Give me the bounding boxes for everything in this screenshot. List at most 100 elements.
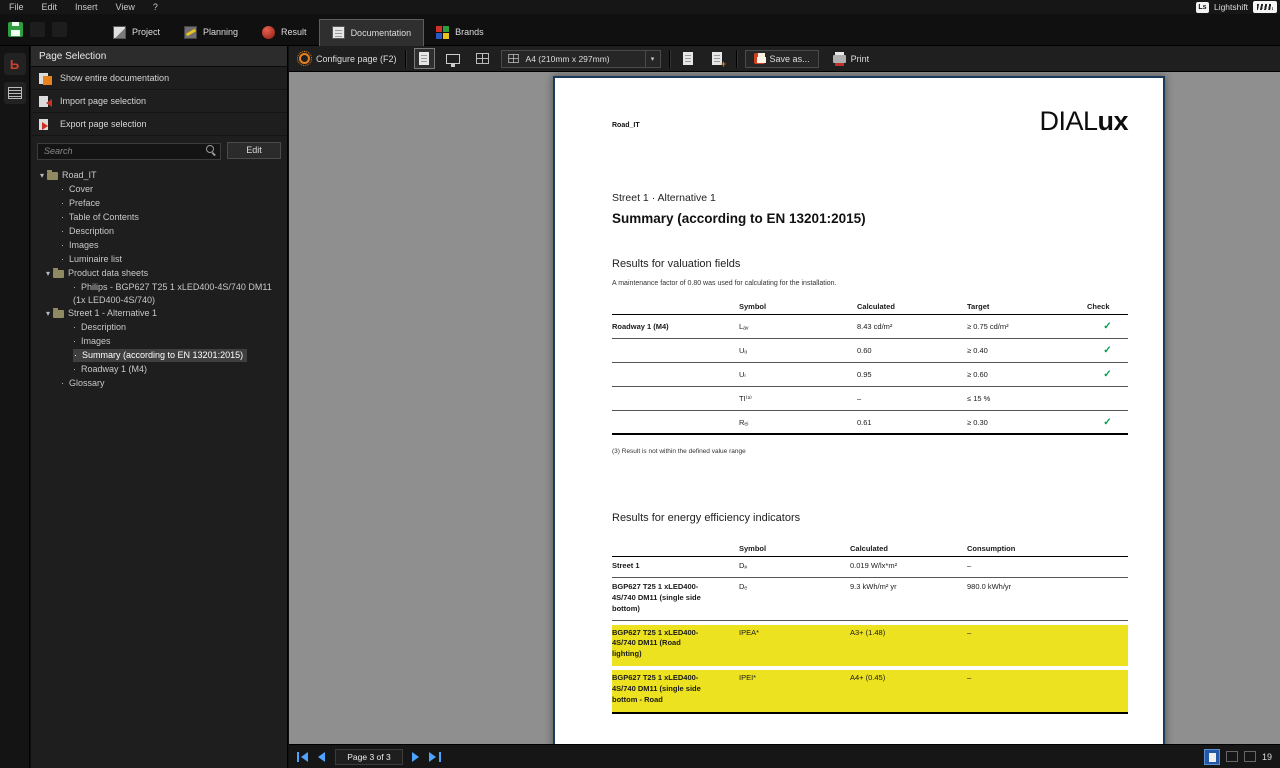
tab-brands-label: Brands xyxy=(455,27,484,37)
new-page-button[interactable] xyxy=(678,48,699,69)
menubar-right: Ls Lightshift xyxy=(1195,1,1280,13)
check-icon: ✓ xyxy=(1103,321,1112,332)
save-as-button[interactable]: Save as... xyxy=(744,49,819,68)
menu-edit[interactable]: Edit xyxy=(33,2,67,12)
screen-view-button[interactable] xyxy=(443,48,464,69)
action-label: Import page selection xyxy=(60,96,147,106)
cell-row-label: BGP627 T25 1 xLED400-4S/740 DM11 (single… xyxy=(612,673,701,704)
save-as-label: Save as... xyxy=(769,53,810,64)
tree-item-images[interactable]: Images xyxy=(31,239,287,253)
tree-item-glossary[interactable]: Glossary xyxy=(31,377,287,391)
zoom-controls: 19 xyxy=(1203,748,1272,765)
show-entire-documentation-button[interactable]: Show entire documentation xyxy=(31,67,287,90)
single-page-view-button[interactable] xyxy=(1203,748,1220,765)
planning-icon xyxy=(184,25,198,39)
fit-page-icon[interactable] xyxy=(1225,751,1238,762)
table-row: Roadway 1 (M4) Lₐᵥ 8.43 cd/m² ≥ 0.75 cd/… xyxy=(612,315,1128,339)
expand-arrow-icon[interactable] xyxy=(40,169,47,182)
page-view-button[interactable] xyxy=(413,48,435,69)
cell-row-label: BGP627 T25 1 xLED400-4S/740 DM11 (single… xyxy=(612,581,701,613)
valuation-heading: Results for valuation fields xyxy=(612,258,741,270)
cell-consumption: – xyxy=(967,673,972,683)
table-view-button[interactable] xyxy=(472,48,493,69)
documentation-main: Configure page (F2) A4 (210mm x 297mm) ▾… xyxy=(289,46,1280,768)
new-page-icon xyxy=(683,52,694,65)
tree-item-label: Road_IT xyxy=(62,169,97,180)
tree-item-label: Street 1 - Alternative 1 xyxy=(68,307,158,318)
cell-calculated: 0.61 xyxy=(857,417,872,427)
cell-symbol: TI⁽³⁾ xyxy=(739,394,752,403)
tree-item-product-data-sheets[interactable]: Product data sheets xyxy=(31,267,287,281)
dialux-logo: DIALux xyxy=(1039,108,1128,135)
previous-page-button[interactable] xyxy=(316,751,328,762)
table-view-icon xyxy=(475,53,489,64)
expand-arrow-icon[interactable] xyxy=(46,307,53,320)
paper-format-select[interactable]: A4 (210mm x 297mm) xyxy=(500,49,661,68)
export-page-selection-button[interactable]: Export page selection xyxy=(31,113,287,136)
document-nav-bar: Page 3 of 3 19 xyxy=(289,744,1280,768)
menu-file[interactable]: File xyxy=(0,2,33,12)
user-badge[interactable] xyxy=(1253,1,1277,13)
expand-arrow-icon[interactable] xyxy=(46,267,53,280)
menu-view[interactable]: View xyxy=(107,2,144,12)
configure-page-button[interactable]: Configure page (F2) xyxy=(297,51,397,66)
first-page-button[interactable] xyxy=(297,751,309,762)
cell-calculated: 0.019 W/lx*m² xyxy=(850,561,898,570)
document-page: Road_IT DIALux Street 1 · Alternative 1 … xyxy=(553,76,1165,744)
print-button[interactable]: Print xyxy=(832,51,869,66)
col-calculated: Calculated xyxy=(850,544,888,553)
undo-icon[interactable] xyxy=(30,22,45,37)
table-row: Uₗ 0.95 ≥ 0.60 ✓ xyxy=(612,363,1128,387)
tree-item-label: Table of Contents xyxy=(61,211,139,224)
add-page-button[interactable] xyxy=(707,48,728,69)
document-toolbar: Configure page (F2) A4 (210mm x 297mm) ▾… xyxy=(289,46,1280,72)
chevron-down-icon[interactable] xyxy=(644,50,660,67)
next-page-button[interactable] xyxy=(410,751,422,762)
tree-item-description[interactable]: Description xyxy=(31,225,287,239)
menu-insert[interactable]: Insert xyxy=(66,2,107,12)
edit-button[interactable]: Edit xyxy=(227,141,281,159)
import-page-selection-button[interactable]: Import page selection xyxy=(31,90,287,113)
table-header-row: Symbol Calculated Consumption xyxy=(612,540,1128,557)
redo-icon[interactable] xyxy=(52,22,67,37)
brands-icon xyxy=(436,25,450,39)
fit-width-icon[interactable] xyxy=(1243,751,1256,762)
tree-item-street-images[interactable]: Images xyxy=(31,335,287,349)
tree-item-cover[interactable]: Cover xyxy=(31,183,287,197)
search-input[interactable] xyxy=(37,142,221,160)
tree-item-philips-bgp627[interactable]: Philips - BGP627 T25 1 xLED400-4S/740 DM… xyxy=(31,281,287,307)
tree-item-summary[interactable]: Summary (according to EN 13201:2015) xyxy=(31,348,287,363)
import-icon xyxy=(39,95,52,108)
menu-help[interactable]: ? xyxy=(144,2,167,12)
col-symbol: Symbol xyxy=(739,302,767,311)
tree-item-roadway-1-m4[interactable]: Roadway 1 (M4) xyxy=(31,363,287,377)
tab-planning-label: Planning xyxy=(203,27,239,37)
tree-item-street-description[interactable]: Description xyxy=(31,321,287,335)
tab-result[interactable]: Result xyxy=(250,19,319,46)
screen-view-icon xyxy=(446,53,461,67)
tree-item-road-it[interactable]: Road_IT xyxy=(31,169,287,183)
logo-light: DIAL xyxy=(1039,106,1098,136)
tab-project[interactable]: Project xyxy=(101,19,172,46)
tree-item-table-of-contents[interactable]: Table of Contents xyxy=(31,211,287,225)
cell-symbol: Dₑ xyxy=(739,581,748,591)
main-toolbar: Project Planning Result Documentation Br… xyxy=(0,14,1280,46)
tab-documentation[interactable]: Documentation xyxy=(318,18,425,46)
toolbar-separator xyxy=(668,49,670,68)
last-page-button[interactable] xyxy=(429,751,441,762)
tree-item-street-1-alternative-1[interactable]: Street 1 - Alternative 1 xyxy=(31,307,287,321)
page-list-button[interactable] xyxy=(3,82,26,104)
lightshift-label: Lightshift xyxy=(1213,2,1248,12)
save-button[interactable] xyxy=(8,22,23,37)
tree-item-preface[interactable]: Preface xyxy=(31,197,287,211)
cell-calculated: 8.43 cd/m² xyxy=(857,322,893,331)
check-icon: ✓ xyxy=(1103,369,1112,380)
page-view-icon xyxy=(419,52,430,65)
tab-brands[interactable]: Brands xyxy=(424,19,496,46)
tab-planning[interactable]: Planning xyxy=(172,19,250,46)
documentation-tool-button[interactable]: Ь xyxy=(3,53,26,75)
document-viewport[interactable]: Road_IT DIALux Street 1 · Alternative 1 … xyxy=(289,72,1280,744)
dialux-logo-icon: Ь xyxy=(9,56,20,72)
tree-item-luminaire-list[interactable]: Luminaire list xyxy=(31,253,287,267)
tab-documentation-label: Documentation xyxy=(350,27,412,38)
